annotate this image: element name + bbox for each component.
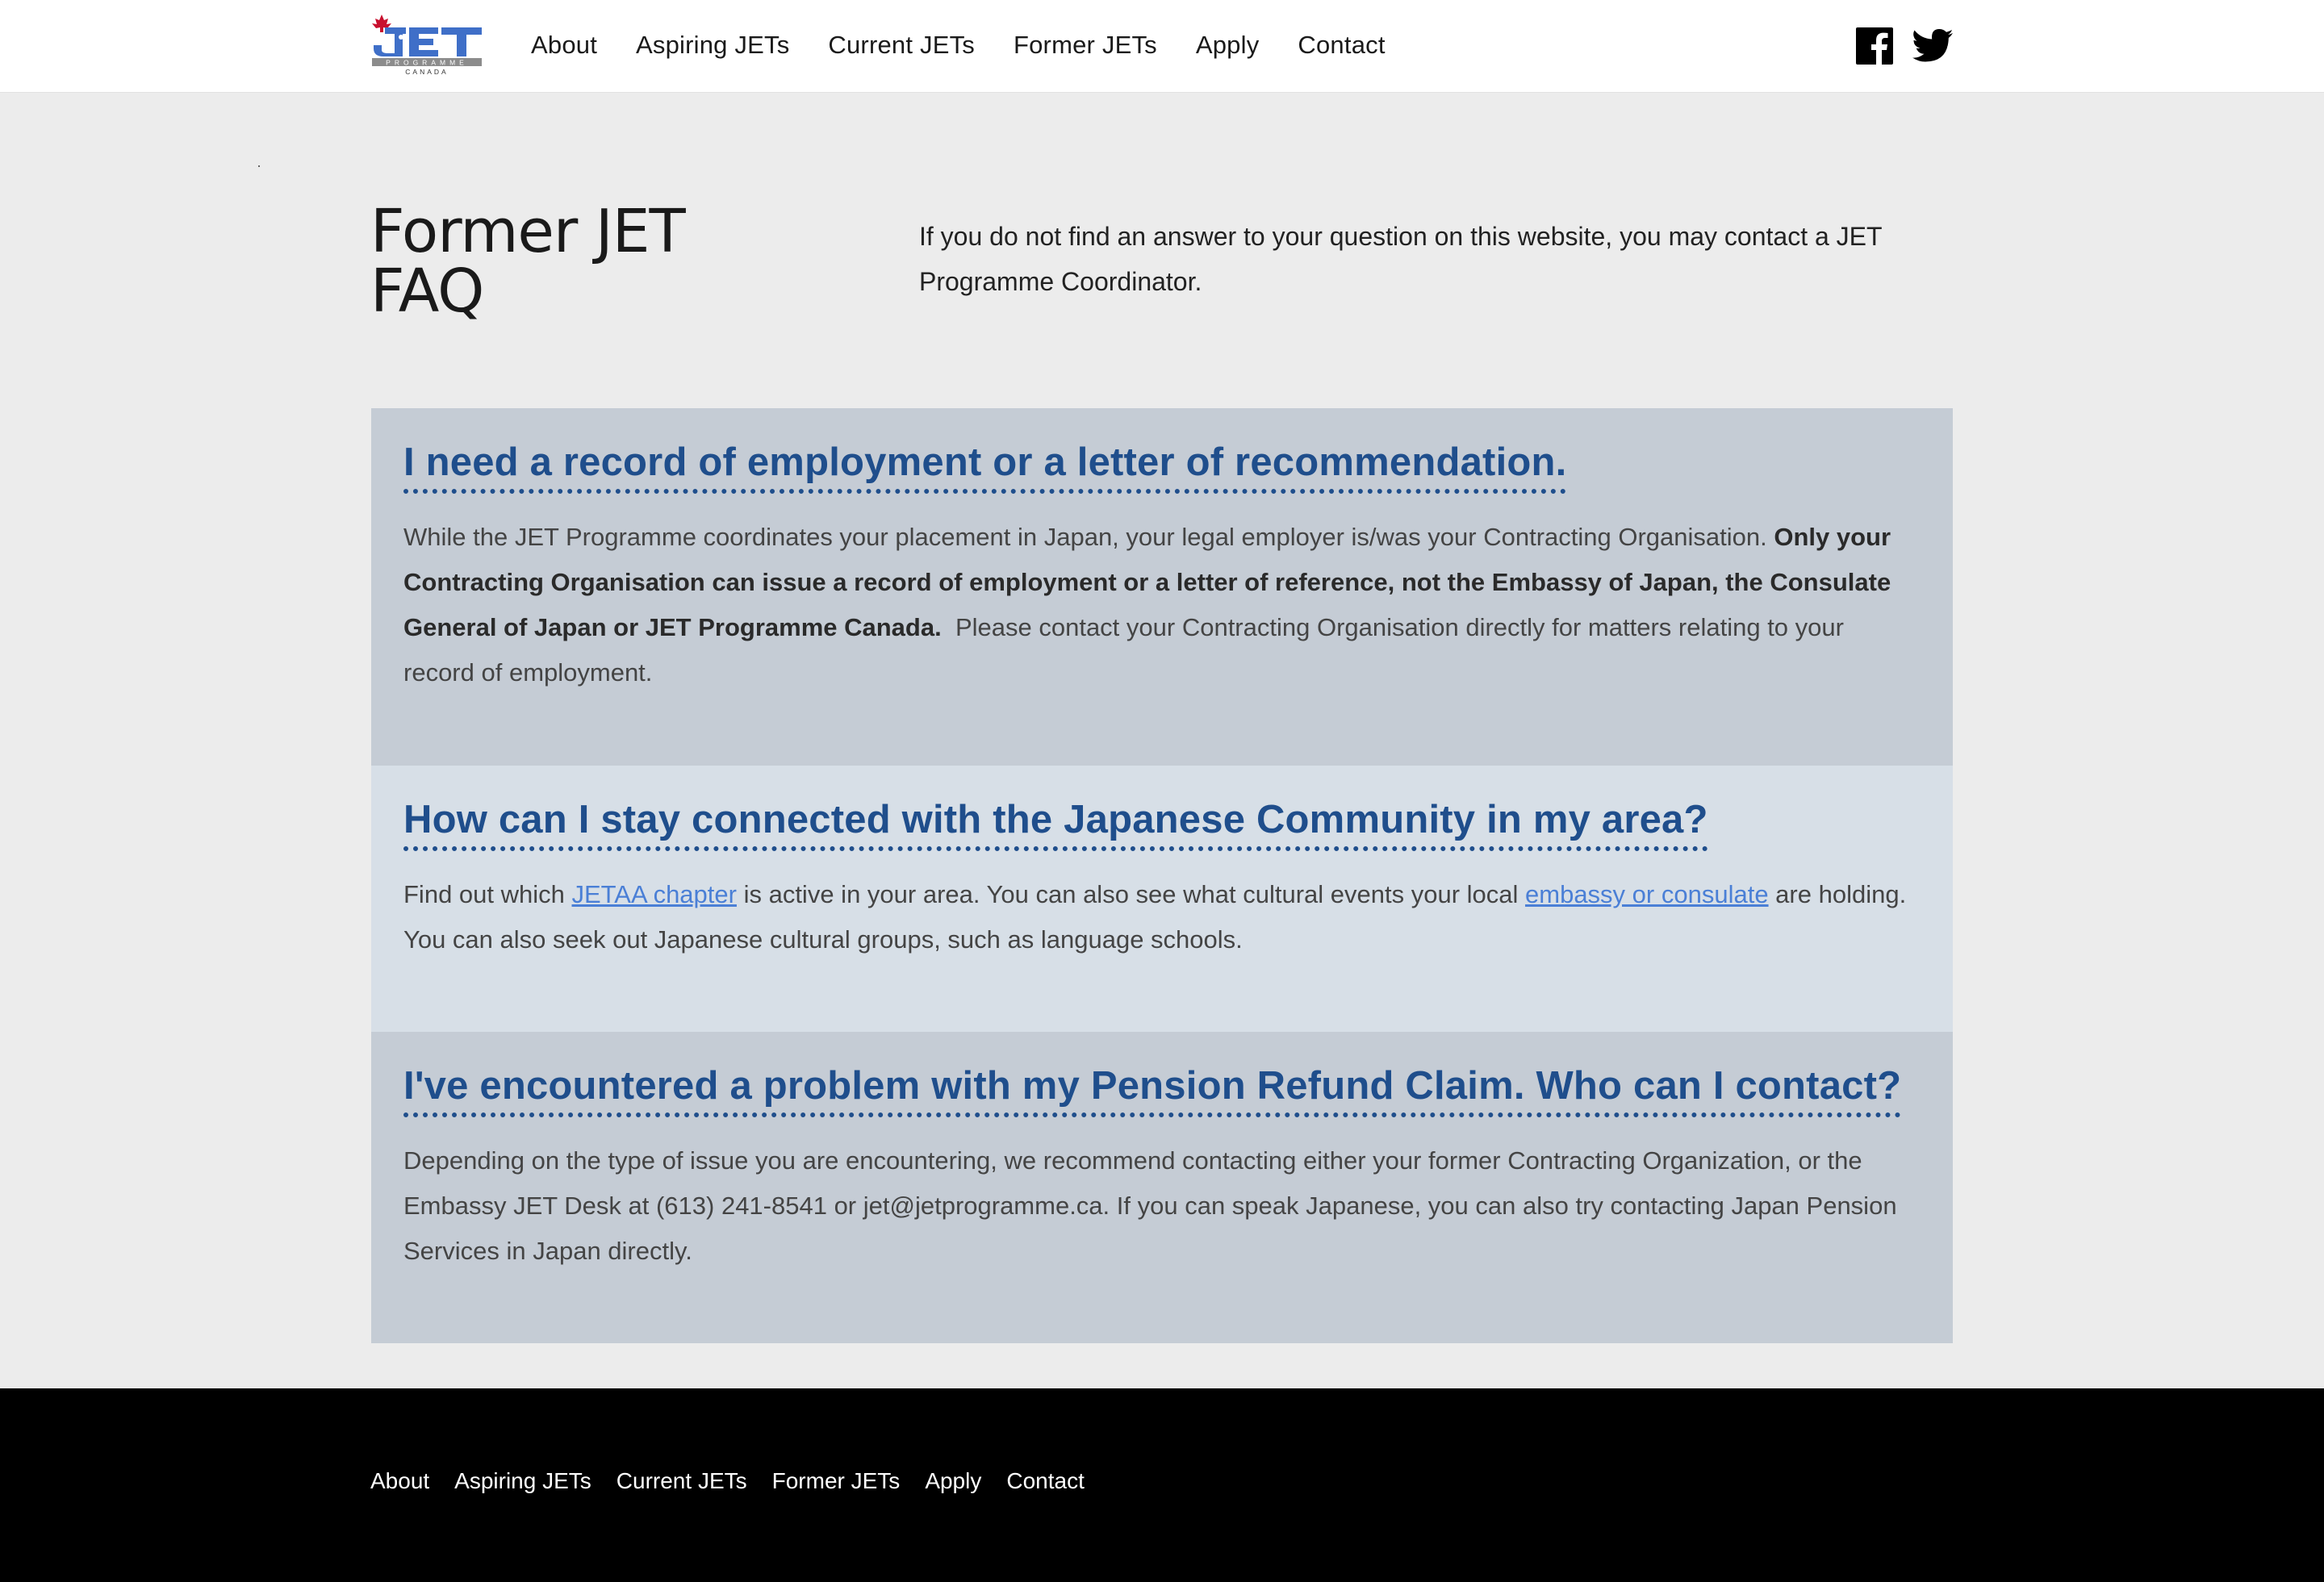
intro-text: If you do not find an answer to your que… [919, 222, 1882, 296]
jet-programme-logo[interactable]: PROGRAMME CANADA [370, 13, 483, 76]
footer-nav-former-jets[interactable]: Former JETs [772, 1468, 901, 1494]
faq-answer-text: is active in your area. You can also see… [736, 880, 1526, 908]
faq-answer: Find out which JETAA chapter is active i… [403, 872, 1921, 962]
faq-item: I need a record of employment or a lette… [371, 408, 1953, 766]
embassy-consulate-link[interactable]: embassy or consulate [1525, 880, 1769, 908]
nav-former-jets[interactable]: Former JETs [1014, 31, 1157, 60]
main-nav: About Aspiring JETs Current JETs Former … [531, 0, 1386, 90]
twitter-icon[interactable] [1912, 29, 1953, 63]
site-header: PROGRAMME CANADA About Aspiring JETs Cur… [0, 0, 2324, 93]
nav-about[interactable]: About [531, 31, 597, 60]
decorative-dot [258, 165, 260, 167]
faq-answer: While the JET Programme coordinates your… [403, 515, 1921, 695]
faq-answer-text: While the JET Programme coordinates your… [403, 523, 1774, 551]
footer-nav-apply[interactable]: Apply [925, 1468, 981, 1494]
svg-text:PROGRAMME: PROGRAMME [386, 59, 468, 67]
nav-apply[interactable]: Apply [1196, 31, 1260, 60]
nav-current-jets[interactable]: Current JETs [828, 31, 975, 60]
jetaa-chapter-link[interactable]: JETAA chapter [572, 880, 737, 908]
footer-nav: About Aspiring JETs Current JETs Former … [370, 1468, 1085, 1494]
svg-text:CANADA: CANADA [405, 68, 448, 76]
nav-contact[interactable]: Contact [1298, 31, 1385, 60]
faq-item: I've encountered a problem with my Pensi… [371, 1032, 1953, 1343]
footer-nav-about[interactable]: About [370, 1468, 429, 1494]
social-links [1856, 27, 1953, 65]
faq-item: How can I stay connected with the Japane… [371, 766, 1953, 1032]
footer-nav-aspiring-jets[interactable]: Aspiring JETs [454, 1468, 591, 1494]
faq-answer: Depending on the type of issue you are e… [403, 1146, 1897, 1265]
footer-nav-contact[interactable]: Contact [1006, 1468, 1085, 1494]
facebook-icon[interactable] [1856, 27, 1893, 65]
faq-answer-text: Find out which [403, 880, 572, 908]
nav-aspiring-jets[interactable]: Aspiring JETs [636, 31, 789, 60]
page-title: Former JET FAQ [370, 202, 790, 321]
faq-question[interactable]: How can I stay connected with the Japane… [403, 796, 1708, 851]
faq-list: I need a record of employment or a lette… [371, 408, 1953, 1343]
faq-question[interactable]: I need a record of employment or a lette… [403, 439, 1567, 494]
footer-nav-current-jets[interactable]: Current JETs [617, 1468, 747, 1494]
page-title-line2: FAQ [370, 257, 484, 326]
faq-question[interactable]: I've encountered a problem with my Pensi… [403, 1062, 1902, 1117]
site-footer [0, 1388, 2324, 1582]
